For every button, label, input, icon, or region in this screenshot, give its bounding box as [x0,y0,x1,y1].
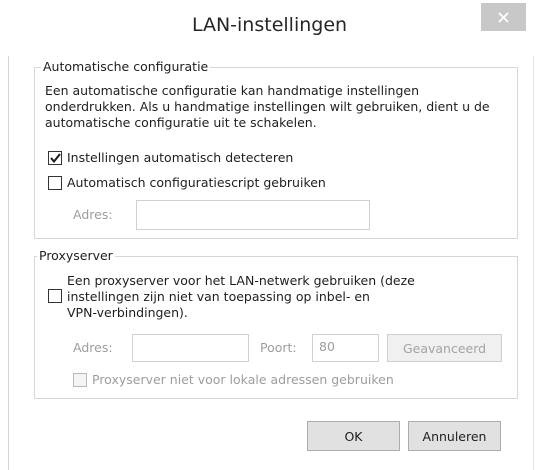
auto-detect-checkbox[interactable] [48,151,62,165]
use-proxy-label-line-3[interactable]: VPN-verbindingen). [67,305,188,321]
script-address-input[interactable] [136,200,370,230]
title-bar[interactable]: LAN-instellingen [0,0,539,56]
use-proxy-label-line-2[interactable]: instellingen zijn niet van toepassing op… [67,289,370,305]
bypass-local-label[interactable]: Proxyserver niet voor lokale adressen ge… [92,372,394,388]
auto-config-description-line-3: automatische configuratie uit te schakel… [45,115,317,130]
proxy-address-label: Adres: [73,340,113,355]
auto-script-label[interactable]: Automatisch configuratiescript gebruiken [67,175,326,191]
proxy-port-input[interactable]: 80 [312,334,379,362]
cancel-button[interactable]: Annuleren [408,421,501,451]
window-right-border [533,30,534,470]
auto-config-description-line-1: Een automatische configuratie kan handma… [45,83,420,98]
script-address-label: Adres: [73,207,113,222]
auto-config-description-line-2: onderdrukken. Als u handmatige instellin… [45,99,490,114]
bypass-local-checkbox[interactable] [73,373,87,387]
auto-config-legend: Automatische configuratie [41,59,211,74]
window-title: LAN-instellingen [191,14,348,36]
auto-script-checkbox[interactable] [48,176,62,190]
checkmark-icon [49,153,61,163]
auto-detect-label[interactable]: Instellingen automatisch detecteren [67,150,293,166]
proxy-server-legend: Proxyserver [37,248,115,263]
advanced-button[interactable]: Geavanceerd [387,334,502,362]
ok-button[interactable]: OK [307,421,400,451]
window-left-border [8,0,9,470]
proxy-port-label: Poort: [260,340,297,355]
use-proxy-label-line-1[interactable]: Een proxyserver voor het LAN-netwerk geb… [67,273,415,289]
use-proxy-checkbox[interactable] [48,289,62,303]
close-button[interactable] [481,3,526,31]
proxy-address-input[interactable] [132,334,249,362]
lan-settings-dialog: LAN-instellingen Automatische configurat… [0,0,539,470]
close-icon [498,11,509,23]
